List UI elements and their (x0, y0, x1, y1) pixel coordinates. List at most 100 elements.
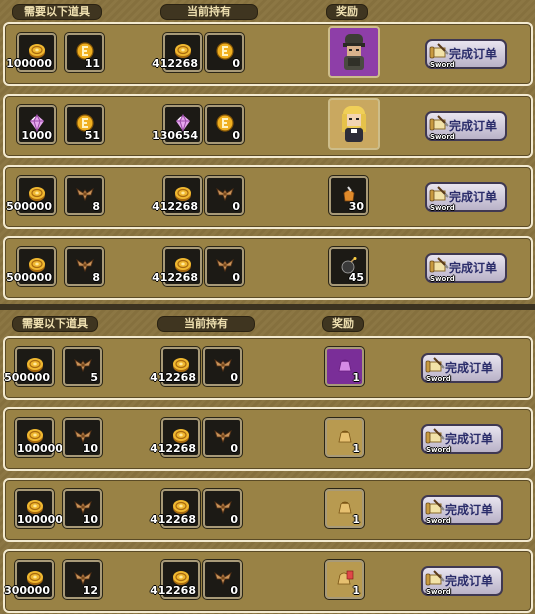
held-item-2-count: 0 (232, 200, 240, 213)
scroll-quill-icon (425, 427, 445, 447)
order-row-3: 500000 8 412268 0 30 完成订单 Sword (3, 165, 533, 229)
reward-count: 1 (352, 584, 360, 597)
required-item-2[interactable]: 11 (65, 33, 104, 72)
reward-slot[interactable]: 1 (325, 489, 364, 528)
scroll-quill-icon (429, 114, 449, 134)
required-item-2[interactable]: 8 (65, 176, 104, 215)
required-item-1-count: 500000 (6, 271, 52, 284)
scroll-quill-icon (425, 356, 445, 376)
required-item-1[interactable]: 1000 (17, 105, 56, 144)
held-item-2-count: 0 (230, 442, 238, 455)
complete-order-label: 完成订单 (445, 361, 494, 375)
reward-slot[interactable] (328, 26, 380, 78)
held-item-2[interactable]: 0 (203, 560, 242, 599)
required-item-1[interactable]: 300000 (4, 560, 54, 599)
held-item-2-count: 0 (230, 371, 238, 384)
held-item-2[interactable]: 0 (205, 176, 244, 215)
reward-count: 1 (352, 371, 360, 384)
reward-slot[interactable] (328, 98, 380, 150)
complete-order-button[interactable]: 完成订单 Sword (421, 424, 503, 454)
held-item-2[interactable]: 0 (203, 489, 242, 528)
header-required-items: 需要以下道具 (12, 316, 98, 332)
sword-tag: Sword (426, 588, 451, 596)
orders-panel-top: 需要以下道具 当前持有 奖励 100000 11 412268 0 完成订单 S… (0, 0, 535, 304)
held-item-2[interactable]: 0 (205, 105, 244, 144)
held-item-1[interactable]: 412268 (150, 489, 200, 528)
held-item-1[interactable]: 412268 (152, 176, 202, 215)
reward-slot[interactable]: 30 (329, 176, 368, 215)
order-row-2: 1000 51 130654 0 完成订单 Sword (3, 94, 533, 158)
held-item-1-count: 412268 (150, 442, 196, 455)
held-item-1[interactable]: 412268 (150, 347, 200, 386)
sword-tag: Sword (430, 133, 455, 141)
reward-slot[interactable]: 1 (325, 560, 364, 599)
complete-order-label: 完成订单 (445, 574, 494, 588)
required-item-1[interactable]: 100000 (6, 33, 56, 72)
required-item-2[interactable]: 5 (63, 347, 102, 386)
held-item-2-count: 0 (230, 584, 238, 597)
order-row-7: 1000000 10 412268 0 1 完成订单 Sword (3, 478, 533, 542)
complete-order-label: 完成订单 (449, 261, 498, 275)
required-item-2[interactable]: 12 (63, 560, 102, 599)
held-item-1[interactable]: 412268 (150, 418, 200, 457)
required-item-2-count: 11 (84, 57, 100, 70)
order-row-8: 300000 12 412268 0 1 完成订单 Sword (3, 549, 533, 613)
order-row-5: 500000 5 412268 0 1 完成订单 Sword (3, 336, 533, 400)
scroll-quill-icon (429, 42, 449, 62)
order-row-1: 100000 11 412268 0 完成订单 Sword (3, 22, 533, 86)
reward-slot[interactable]: 1 (325, 418, 364, 457)
required-item-1[interactable]: 500000 (6, 247, 56, 286)
required-item-2[interactable]: 10 (63, 418, 102, 457)
complete-order-button[interactable]: 完成订单 Sword (421, 495, 503, 525)
purple-bag-icon (338, 359, 352, 372)
sword-tag: Sword (430, 61, 455, 69)
held-item-1[interactable]: 412268 (152, 33, 202, 72)
reward-slot[interactable]: 1 (325, 347, 364, 386)
gold-bag-icon (338, 430, 352, 443)
held-item-1-count: 412268 (152, 200, 198, 213)
required-item-2[interactable]: 10 (63, 489, 102, 528)
sword-tag: Sword (426, 517, 451, 525)
order-row-6: 1000000 10 412268 0 1 完成订单 Sword (3, 407, 533, 471)
required-item-1[interactable]: 500000 (4, 347, 54, 386)
required-item-2-count: 10 (82, 442, 98, 455)
complete-order-button[interactable]: 完成订单 Sword (425, 39, 507, 69)
held-item-2[interactable]: 0 (205, 247, 244, 286)
header-reward: 奖励 (326, 4, 368, 20)
required-item-1[interactable]: 1000000 (15, 489, 71, 528)
sword-tag: Sword (430, 275, 455, 283)
held-item-1[interactable]: 130654 (152, 105, 202, 144)
held-item-1-count: 412268 (152, 271, 198, 284)
complete-order-label: 完成订单 (449, 47, 498, 61)
scroll-quill-icon (425, 498, 445, 518)
header-currently-held: 当前持有 (160, 4, 258, 20)
complete-order-button[interactable]: 完成订单 Sword (421, 353, 503, 383)
complete-order-button[interactable]: 完成订单 Sword (425, 253, 507, 283)
required-item-2[interactable]: 8 (65, 247, 104, 286)
held-item-2[interactable]: 0 (205, 33, 244, 72)
required-item-2[interactable]: 51 (65, 105, 104, 144)
held-item-2-count: 0 (232, 57, 240, 70)
scroll-quill-icon (429, 256, 449, 276)
reward-count: 1 (352, 513, 360, 526)
held-item-2[interactable]: 0 (203, 418, 242, 457)
held-item-2[interactable]: 0 (203, 347, 242, 386)
required-item-1-count: 1000 (21, 129, 52, 142)
required-item-2-count: 8 (92, 271, 100, 284)
header-required-items: 需要以下道具 (12, 4, 102, 20)
reward-slot[interactable]: 45 (329, 247, 368, 286)
required-item-2-count: 8 (92, 200, 100, 213)
held-item-1[interactable]: 412268 (150, 560, 200, 599)
sword-tag: Sword (426, 446, 451, 454)
required-item-1[interactable]: 1000000 (15, 418, 71, 457)
complete-order-button[interactable]: 完成订单 Sword (421, 566, 503, 596)
held-item-1-count: 412268 (152, 57, 198, 70)
sword-tag: Sword (430, 204, 455, 212)
held-item-1-count: 130654 (152, 129, 198, 142)
complete-order-button[interactable]: 完成订单 Sword (425, 111, 507, 141)
sword-tag: Sword (426, 375, 451, 383)
required-item-1[interactable]: 500000 (6, 176, 56, 215)
held-item-2-count: 0 (232, 129, 240, 142)
complete-order-button[interactable]: 完成订单 Sword (425, 182, 507, 212)
held-item-1[interactable]: 412268 (152, 247, 202, 286)
